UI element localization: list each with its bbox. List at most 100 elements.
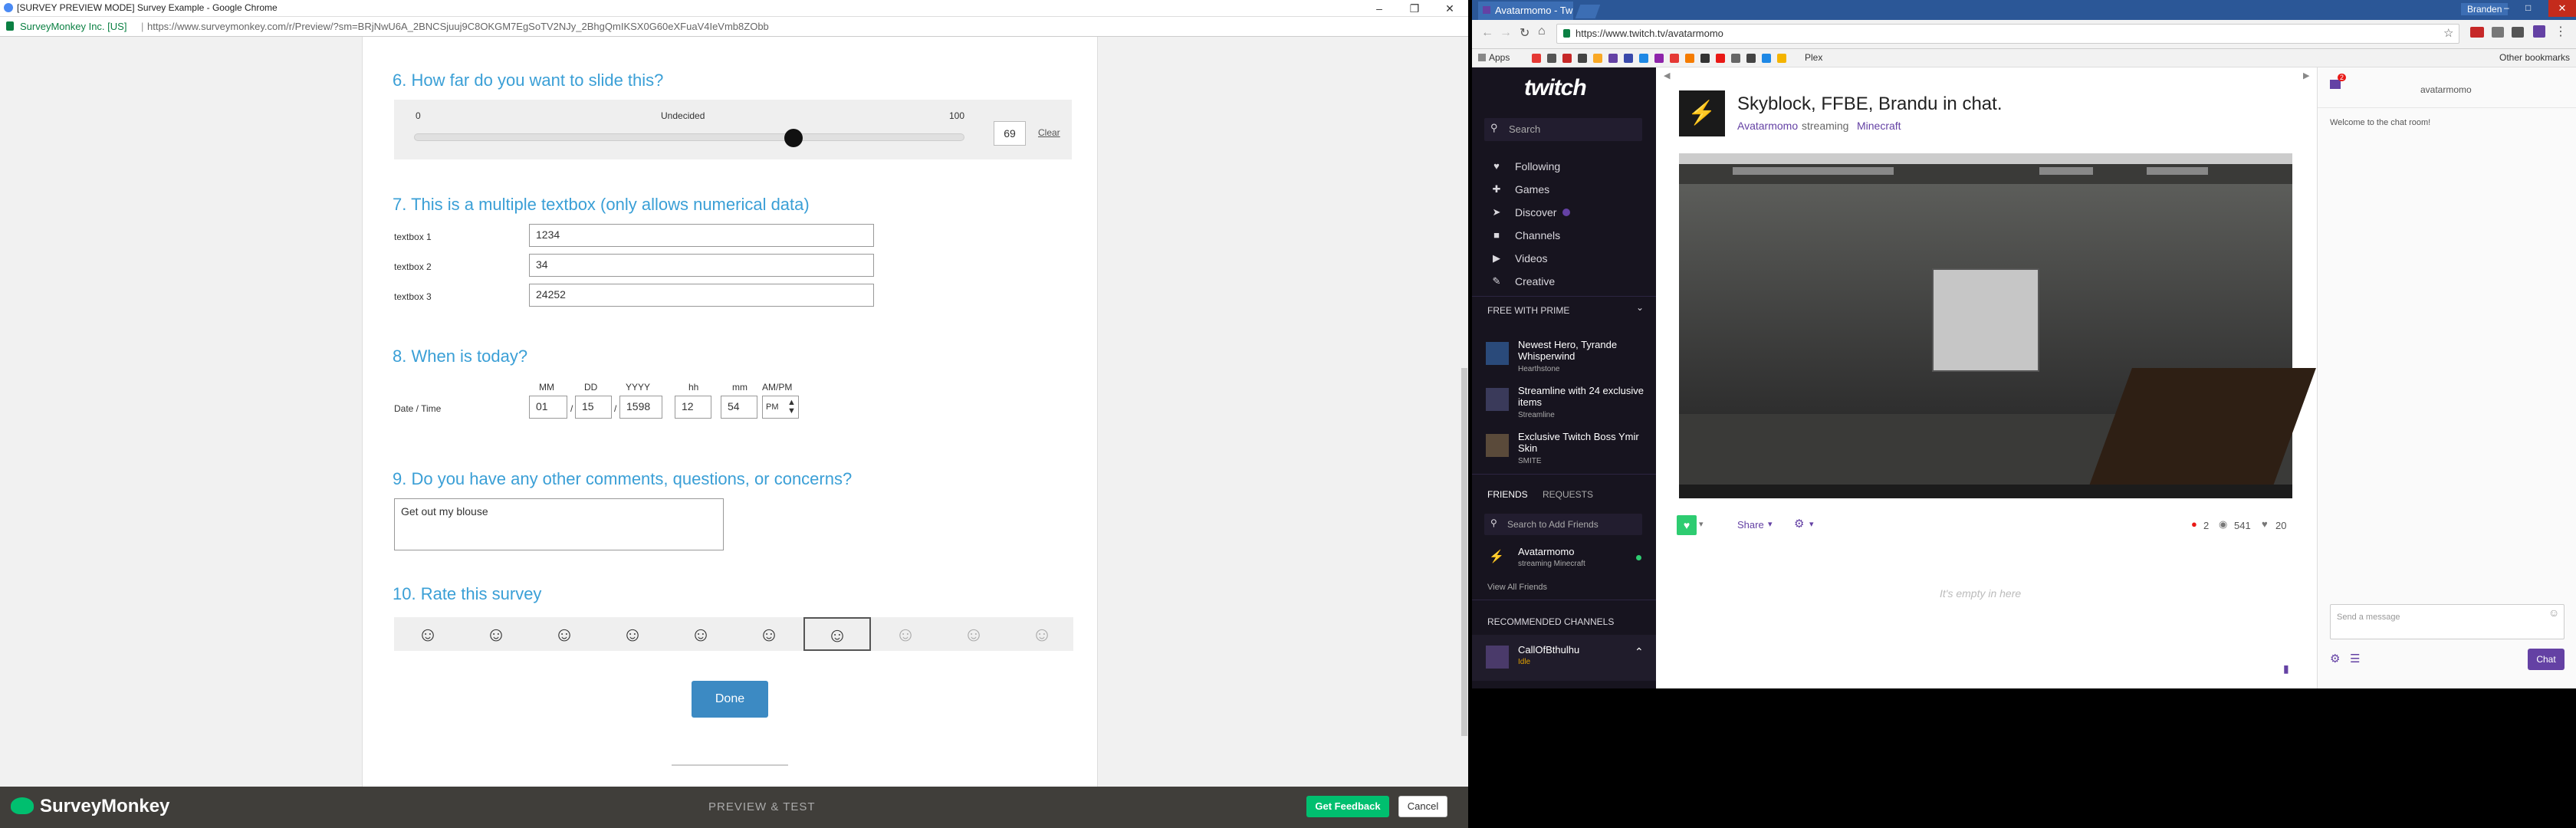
rating-face-icon[interactable]: ☺ xyxy=(803,617,871,651)
textbox-2[interactable]: 34 xyxy=(529,254,874,277)
stepper-icon[interactable]: ▲ ▼ xyxy=(787,399,796,416)
done-button[interactable]: Done xyxy=(692,681,768,718)
bookmark-icon[interactable] xyxy=(1578,54,1587,63)
restore-icon[interactable]: ❐ xyxy=(1397,0,1432,17)
rating-face-icon[interactable]: ☺ xyxy=(754,619,784,649)
twitch-logo[interactable]: twitch xyxy=(1524,75,1598,104)
maximize-icon[interactable]: □ xyxy=(2525,2,2531,13)
minimize-icon[interactable]: – xyxy=(1362,0,1397,17)
address-bar[interactable]: SurveyMonkey Inc. [US] | https://www.sur… xyxy=(0,17,1468,37)
extension-icon[interactable] xyxy=(2470,27,2484,38)
chevron-down-icon[interactable]: ⌄ xyxy=(1636,302,1644,313)
new-tab-button[interactable] xyxy=(1575,5,1601,18)
list-icon[interactable]: ☰ xyxy=(2350,652,2360,665)
chevron-down-icon[interactable]: ▾ xyxy=(1699,519,1704,529)
rating-face-icon[interactable]: ☺ xyxy=(890,619,921,649)
nav-creative[interactable]: ✎ Creative xyxy=(1472,270,1656,293)
minimize-icon[interactable]: – xyxy=(2504,2,2509,13)
chat-bubble-icon[interactable]: ▮ xyxy=(2283,662,2289,675)
bookmark-icon[interactable] xyxy=(1562,54,1572,63)
nav-games[interactable]: ✚ Games xyxy=(1472,178,1656,201)
friend-name[interactable]: Avatarmomo xyxy=(1518,546,1574,557)
slider-handle[interactable] xyxy=(784,129,803,147)
twitch-extension-icon[interactable] xyxy=(2533,25,2545,38)
close-icon[interactable]: ✕ xyxy=(1432,0,1467,17)
rating-face-icon[interactable]: ☺ xyxy=(1027,619,1057,649)
notification-icon[interactable] xyxy=(2330,80,2341,89)
close-icon[interactable]: ✕ xyxy=(2548,0,2576,17)
rating-face-icon[interactable]: ☺ xyxy=(685,619,716,649)
game-link[interactable]: Minecraft xyxy=(1857,120,1901,132)
hour-input[interactable]: 12 xyxy=(675,396,711,419)
month-input[interactable]: 01 xyxy=(529,396,567,419)
nav-channels[interactable]: ■ Channels xyxy=(1472,224,1656,247)
reload-icon[interactable]: ↻ xyxy=(1520,25,1530,41)
chevron-down-icon[interactable]: ▾ xyxy=(1809,519,1814,529)
bookmark-icon[interactable] xyxy=(1654,54,1664,63)
profile-name[interactable]: Branden xyxy=(2461,3,2509,15)
chat-send-button[interactable]: Chat xyxy=(2528,649,2564,670)
offer-title[interactable]: Exclusive Twitch Boss Ymir Skin xyxy=(1518,431,1648,454)
bookmark-icon[interactable] xyxy=(1532,54,1541,63)
browser-tab[interactable]: Avatarmomo - Twitch xyxy=(1478,2,1573,20)
extension-icon[interactable] xyxy=(2492,27,2504,38)
channel-avatar[interactable]: ⚡ xyxy=(1679,90,1725,136)
view-all-friends[interactable]: View All Friends xyxy=(1487,583,1547,592)
rating-face-icon[interactable]: ☺ xyxy=(412,619,443,649)
bookmark-icon[interactable] xyxy=(1624,54,1633,63)
ampm-select[interactable]: PM ▲ ▼ xyxy=(762,396,799,419)
plex-bookmark[interactable]: Plex xyxy=(1805,52,1822,63)
channel-link[interactable]: Avatarmomo xyxy=(1737,120,1798,132)
back-icon[interactable]: ← xyxy=(1481,26,1493,40)
recommended-channel[interactable]: CallOfBthulhu Idle ⌃ xyxy=(1472,635,1656,681)
search-field[interactable]: ⚲ Search xyxy=(1484,118,1642,141)
bookmark-icon[interactable] xyxy=(1670,54,1679,63)
emote-icon[interactable]: ☺ xyxy=(2548,606,2559,619)
textbox-1[interactable]: 1234 xyxy=(529,224,874,247)
chevron-down-icon[interactable]: ▾ xyxy=(1768,519,1773,529)
bookmark-icon[interactable] xyxy=(1716,54,1725,63)
share-button[interactable]: Share xyxy=(1737,519,1764,531)
bookmark-icon[interactable] xyxy=(1547,54,1556,63)
friends-search[interactable]: ⚲ Search to Add Friends xyxy=(1484,514,1642,535)
offer-title[interactable]: Streamline with 24 exclusive items xyxy=(1518,385,1648,408)
cancel-button[interactable]: Cancel xyxy=(1398,796,1447,817)
clear-link[interactable]: Clear xyxy=(1038,127,1060,138)
apps-bookmark[interactable]: Apps xyxy=(1489,52,1510,63)
forward-icon[interactable]: → xyxy=(1500,26,1512,40)
bookmark-icon[interactable] xyxy=(1731,54,1740,63)
requests-tab[interactable]: REQUESTS xyxy=(1543,489,1593,500)
bookmark-icon[interactable] xyxy=(1700,54,1710,63)
offer-title[interactable]: Newest Hero, Tyrande Whisperwind xyxy=(1518,339,1648,362)
friends-tab[interactable]: FRIENDS xyxy=(1487,489,1528,500)
gear-icon[interactable]: ⚙ xyxy=(1794,517,1804,531)
url-field[interactable]: https://www.twitch.tv/avatarmomo ☆ xyxy=(1556,24,2459,44)
collapse-right-icon[interactable]: ▶ xyxy=(2303,71,2309,80)
bookmark-icon[interactable] xyxy=(1608,54,1618,63)
collapse-left-icon[interactable]: ◀ xyxy=(1664,71,1670,80)
year-input[interactable]: 1598 xyxy=(619,396,662,419)
gear-icon[interactable]: ⚙ xyxy=(2330,652,2340,665)
nav-discover[interactable]: ➤ Discover xyxy=(1472,201,1656,224)
bookmark-icon[interactable] xyxy=(1762,54,1771,63)
minute-input[interactable]: 54 xyxy=(721,396,757,419)
get-feedback-button[interactable]: Get Feedback xyxy=(1306,796,1389,817)
home-icon[interactable]: ⌂ xyxy=(1538,25,1546,38)
other-bookmarks[interactable]: Other bookmarks xyxy=(2499,52,2570,63)
chat-input[interactable]: Send a message ☺ xyxy=(2330,604,2564,639)
nav-videos[interactable]: ▶ Videos xyxy=(1472,247,1656,270)
rating-face-icon[interactable]: ☺ xyxy=(617,619,648,649)
day-input[interactable]: 15 xyxy=(575,396,612,419)
bookmark-icon[interactable] xyxy=(1685,54,1694,63)
chevron-up-icon[interactable]: ⌃ xyxy=(1635,646,1644,659)
bookmark-icon[interactable] xyxy=(1593,54,1602,63)
comments-textarea[interactable]: Get out my blouse xyxy=(394,498,724,550)
rating-face-icon[interactable]: ☺ xyxy=(481,619,511,649)
follow-heart-button[interactable]: ♥ xyxy=(1677,515,1697,535)
bookmark-icon[interactable] xyxy=(1777,54,1786,63)
cast-icon[interactable] xyxy=(2512,27,2524,38)
rating-face-icon[interactable]: ☺ xyxy=(549,619,580,649)
star-icon[interactable]: ☆ xyxy=(2443,26,2453,40)
textbox-3[interactable]: 24252 xyxy=(529,284,874,307)
bookmark-icon[interactable] xyxy=(1746,54,1756,63)
